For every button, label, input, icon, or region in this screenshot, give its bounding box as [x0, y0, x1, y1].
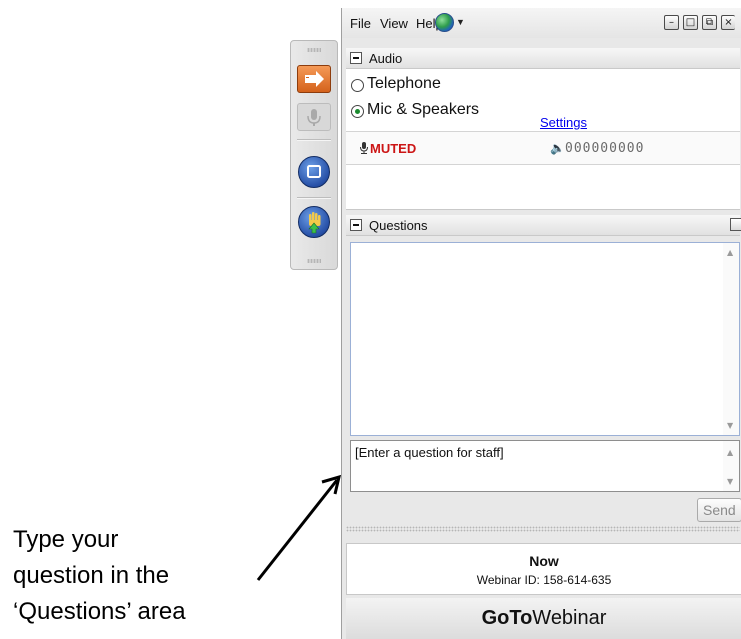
collapse-questions-button[interactable]	[350, 219, 362, 231]
scroll-up-icon[interactable]: ▲	[727, 248, 733, 257]
session-info: Now Webinar ID: 158-614-635	[346, 543, 741, 595]
telephone-radio[interactable]	[351, 79, 364, 92]
audio-status-bar: MUTED 🔈 000000000	[346, 131, 740, 165]
audio-panel-header[interactable]: Audio	[346, 48, 740, 69]
annotation-caption: Type your question in the ‘Questions’ ar…	[13, 522, 263, 630]
menu-file[interactable]: File	[350, 16, 371, 31]
popout-button[interactable]: ⧉	[702, 15, 717, 30]
caption-line: ‘Questions’ area	[13, 598, 186, 625]
session-status: Now	[529, 553, 559, 569]
question-input[interactable]: [Enter a question for staff] ▲ ▼	[350, 440, 740, 492]
questions-panel-header[interactable]: Questions	[346, 215, 741, 236]
caption-line: Type your	[13, 526, 119, 553]
raise-hand-button[interactable]	[298, 206, 330, 238]
questions-log-scrollbar[interactable]: ▲ ▼	[723, 243, 739, 435]
minimize-button[interactable]: –	[664, 15, 679, 30]
speaker-level-meter: 000000000	[565, 141, 645, 156]
webinar-id: Webinar ID: 158-614-635	[476, 573, 612, 587]
brand-bar: GoToWebinar	[346, 598, 741, 639]
menu-bar: File View Help ▼ – □ ⧉ ×	[342, 8, 741, 38]
screen-share-button[interactable]	[298, 156, 330, 188]
microphone-icon	[307, 109, 321, 126]
arrow-right-icon	[305, 71, 324, 87]
close-button[interactable]: ×	[721, 15, 735, 30]
mic-speakers-radio[interactable]	[351, 105, 364, 118]
toolbar-divider	[297, 197, 331, 199]
control-panel-window: File View Help ▼ – □ ⧉ × Audio Telephone…	[341, 8, 741, 639]
menu-view[interactable]: View	[380, 16, 408, 31]
speaker-icon: 🔈	[550, 141, 565, 155]
globe-icon[interactable]	[435, 13, 454, 32]
audio-panel-title: Audio	[369, 51, 403, 66]
question-input-scrollbar[interactable]: ▲ ▼	[723, 441, 739, 491]
restore-button[interactable]: □	[683, 15, 698, 30]
telephone-label[interactable]: Telephone	[367, 75, 441, 93]
audio-settings-link[interactable]: Settings	[540, 115, 587, 130]
control-toolbar	[290, 40, 338, 270]
popout-questions-icon[interactable]	[730, 218, 741, 231]
scroll-down-icon[interactable]: ▼	[727, 477, 733, 486]
collapse-audio-button[interactable]	[350, 52, 362, 64]
scroll-down-icon[interactable]: ▼	[727, 421, 733, 430]
microphone-button[interactable]	[297, 103, 331, 131]
chevron-down-icon[interactable]: ▼	[456, 17, 465, 27]
mic-muted-status: MUTED	[370, 141, 417, 156]
toolbar-top-grip[interactable]	[307, 48, 321, 52]
raise-hand-icon	[308, 212, 321, 234]
question-input-placeholder: [Enter a question for staff]	[355, 445, 504, 460]
audio-panel: Telephone Mic & Speakers Settings MUTED …	[346, 69, 740, 210]
gotowebinar-logo: GoToWebinar	[481, 607, 607, 629]
screen-icon	[307, 165, 321, 178]
panel-resize-grip[interactable]	[346, 526, 740, 532]
show-panel-button[interactable]	[297, 65, 331, 93]
toolbar-bottom-grip[interactable]	[307, 259, 321, 263]
microphone-icon	[360, 142, 368, 154]
toolbar-divider	[297, 139, 331, 141]
caption-line: question in the	[13, 562, 170, 589]
scroll-up-icon[interactable]: ▲	[727, 448, 733, 457]
send-button[interactable]: Send	[697, 498, 741, 522]
questions-log[interactable]: ▲ ▼	[350, 242, 740, 436]
mic-speakers-label[interactable]: Mic & Speakers	[367, 101, 479, 119]
questions-panel-title: Questions	[369, 218, 428, 233]
